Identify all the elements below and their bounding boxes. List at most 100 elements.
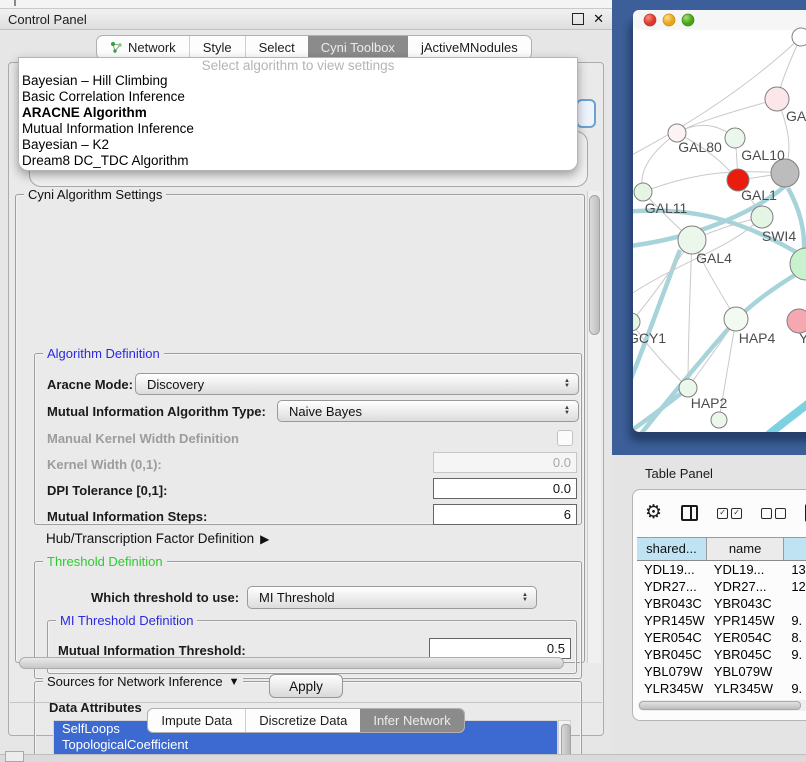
tab-label: Select: [259, 40, 295, 55]
tab-label: jActiveMNodules: [421, 40, 518, 55]
mi-algorithm-type-select[interactable]: Naive Bayes ▲▼: [277, 400, 579, 422]
attribute-topologicalcoefficient[interactable]: TopologicalCoefficient: [54, 737, 557, 753]
column-header-item[interactable]: [784, 538, 806, 560]
table-cell: YLR345W: [707, 680, 785, 697]
window-minimize-button[interactable]: [663, 14, 675, 26]
network-node-hap4[interactable]: [724, 307, 748, 331]
apply-button[interactable]: Apply: [269, 674, 343, 698]
aracne-mode-select[interactable]: Discovery ▲▼: [135, 373, 579, 395]
scrollbar-thumb[interactable]: [639, 701, 801, 710]
select-all-icon[interactable]: ✓ ✓: [717, 508, 742, 519]
corner-widget[interactable]: [5, 751, 24, 762]
caret-mark: [14, 0, 16, 6]
tab-label: Cyni Toolbox: [321, 40, 395, 55]
column-header-name[interactable]: name: [707, 538, 785, 560]
network-node-gal10[interactable]: [725, 128, 745, 148]
table-row[interactable]: YBL079WYBL079W: [637, 663, 806, 680]
float-icon[interactable]: [572, 13, 584, 25]
mi-steps-input[interactable]: 6: [433, 504, 577, 525]
node-label-gal4: GAL4: [696, 250, 732, 266]
settings-vertical-scrollbar[interactable]: [587, 191, 601, 663]
table-cell: YPR145W: [707, 612, 785, 629]
window-close-button[interactable]: [644, 14, 656, 26]
algorithm-option-bayesian-k2[interactable]: Bayesian – K2: [19, 137, 577, 153]
mi-algorithm-type-label: Mutual Information Algorithm Type:: [47, 404, 266, 419]
algorithm-option-bayesian-hill-climbing[interactable]: Bayesian – Hill Climbing: [19, 73, 577, 89]
tab-style[interactable]: Style: [189, 36, 245, 59]
column-header-shared[interactable]: shared...: [637, 538, 707, 560]
table-row[interactable]: YDL19...YDL19...13: [637, 561, 806, 578]
hub-section-label: Hub/Transcription Factor Definition: [46, 531, 254, 546]
table-cell: YLR345W: [637, 680, 707, 697]
tab-select[interactable]: Select: [245, 36, 308, 59]
table-horizontal-scrollbar[interactable]: [638, 700, 806, 711]
stepper-arrows-icon: ▲▼: [559, 379, 578, 389]
node-label-gal: GAL: [786, 108, 806, 124]
table-row[interactable]: YBR043CYBR043C: [637, 595, 806, 612]
bottom-tab-row: Impute Data Discretize DataInfer Network: [10, 702, 602, 736]
dpi-tolerance-label: DPI Tolerance [0,1]:: [47, 483, 167, 498]
table-row[interactable]: YER054CYER054C8.: [637, 629, 806, 646]
deselect-all-icon[interactable]: [761, 508, 786, 519]
settings-horizontal-scrollbar[interactable]: [19, 657, 564, 669]
algorithm-option-mutual-information-inference[interactable]: Mutual Information Inference: [19, 121, 577, 137]
kernel-width-input: 0.0: [433, 452, 577, 473]
table-row[interactable]: YLR345WYLR345W9.: [637, 680, 806, 697]
columns-icon[interactable]: [681, 505, 698, 521]
algorithm-dropdown: Select algorithm to view settings Bayesi…: [18, 57, 578, 171]
tab-jactivemnodules[interactable]: jActiveMNodules: [408, 36, 531, 59]
stepper-arrows-icon: ▲▼: [559, 406, 578, 416]
tab-network[interactable]: Network: [97, 36, 189, 59]
tab-discretize-data[interactable]: Discretize Data: [245, 709, 360, 732]
table-cell: YPR145W: [637, 612, 707, 629]
algorithm-option-dream8-dc-tdc-algorithm[interactable]: Dream8 DC_TDC Algorithm: [19, 153, 577, 169]
sources-group-title[interactable]: Sources for Network Inference▼: [43, 674, 243, 689]
focused-combobox-fragment: [576, 99, 596, 128]
table-cell: YBR045C: [707, 646, 785, 663]
table-panel-title: Table Panel: [645, 466, 713, 481]
table-cell: 9.: [784, 680, 806, 697]
tab-infer-network[interactable]: Infer Network: [360, 709, 463, 732]
table-row[interactable]: YDR27...YDR27...12: [637, 578, 806, 595]
tab-label: Network: [128, 40, 176, 55]
table-cell: 8.: [784, 629, 806, 646]
network-node-gal11[interactable]: [634, 183, 652, 201]
expand-icon: ▶: [260, 532, 269, 546]
gear-icon[interactable]: ⚙: [645, 503, 662, 523]
table-cell: YDL19...: [637, 561, 707, 578]
window-titlebar[interactable]: [633, 10, 806, 30]
table-row[interactable]: YBR045CYBR045C9.: [637, 646, 806, 663]
algorithm-option-aracne-algorithm[interactable]: ARACNE Algorithm: [19, 105, 577, 121]
window-zoom-button[interactable]: [682, 14, 694, 26]
close-icon[interactable]: ✕: [593, 14, 604, 24]
mi-threshold-input[interactable]: 0.5: [429, 638, 571, 659]
table-panel: Table Panel ⚙ ✓ ✓ shared...name YDL19...…: [612, 455, 806, 754]
network-node-item[interactable]: [771, 159, 799, 187]
mi-steps-label: Mutual Information Steps:: [47, 509, 207, 524]
node-label-gcy1: GCY1: [628, 330, 666, 346]
table-cell: YBR045C: [637, 646, 707, 663]
tab-impute-data[interactable]: Impute Data: [148, 709, 245, 732]
which-threshold-value: MI Threshold: [248, 590, 517, 605]
table-cell: 13: [784, 561, 806, 578]
tab-cyni-toolbox[interactable]: Cyni Toolbox: [308, 36, 408, 59]
which-threshold-select[interactable]: MI Threshold ▲▼: [247, 586, 537, 609]
hub-section-toggle[interactable]: Hub/Transcription Factor Definition ▶: [46, 531, 269, 546]
network-icon: [110, 41, 123, 54]
collapse-icon: ▼: [229, 676, 240, 688]
network-node-item[interactable]: [792, 28, 806, 46]
manual-kernel-label: Manual Kernel Width Definition: [47, 431, 239, 446]
table-body: YDL19...YDL19...13YDR27...YDR27...12YBR0…: [637, 561, 806, 703]
table-row[interactable]: YPR145WYPR145W9.: [637, 612, 806, 629]
node-label-gal1: GAL1: [741, 187, 777, 203]
kernel-width-label: Kernel Width (0,1):: [47, 457, 162, 472]
network-node-gal1[interactable]: [751, 206, 773, 228]
node-label-gal11: GAL11: [645, 200, 688, 216]
table-cell: [784, 595, 806, 612]
scrollbar-thumb[interactable]: [589, 195, 600, 335]
dpi-tolerance-input[interactable]: 0.0: [433, 478, 577, 499]
screen: Control Panel ✕ NetworkStyleSelectCyni T…: [0, 0, 806, 762]
algorithm-option-basic-correlation-inference[interactable]: Basic Correlation Inference: [19, 89, 577, 105]
tab-label: Impute Data: [161, 713, 232, 728]
network-node-item[interactable]: [711, 412, 727, 428]
